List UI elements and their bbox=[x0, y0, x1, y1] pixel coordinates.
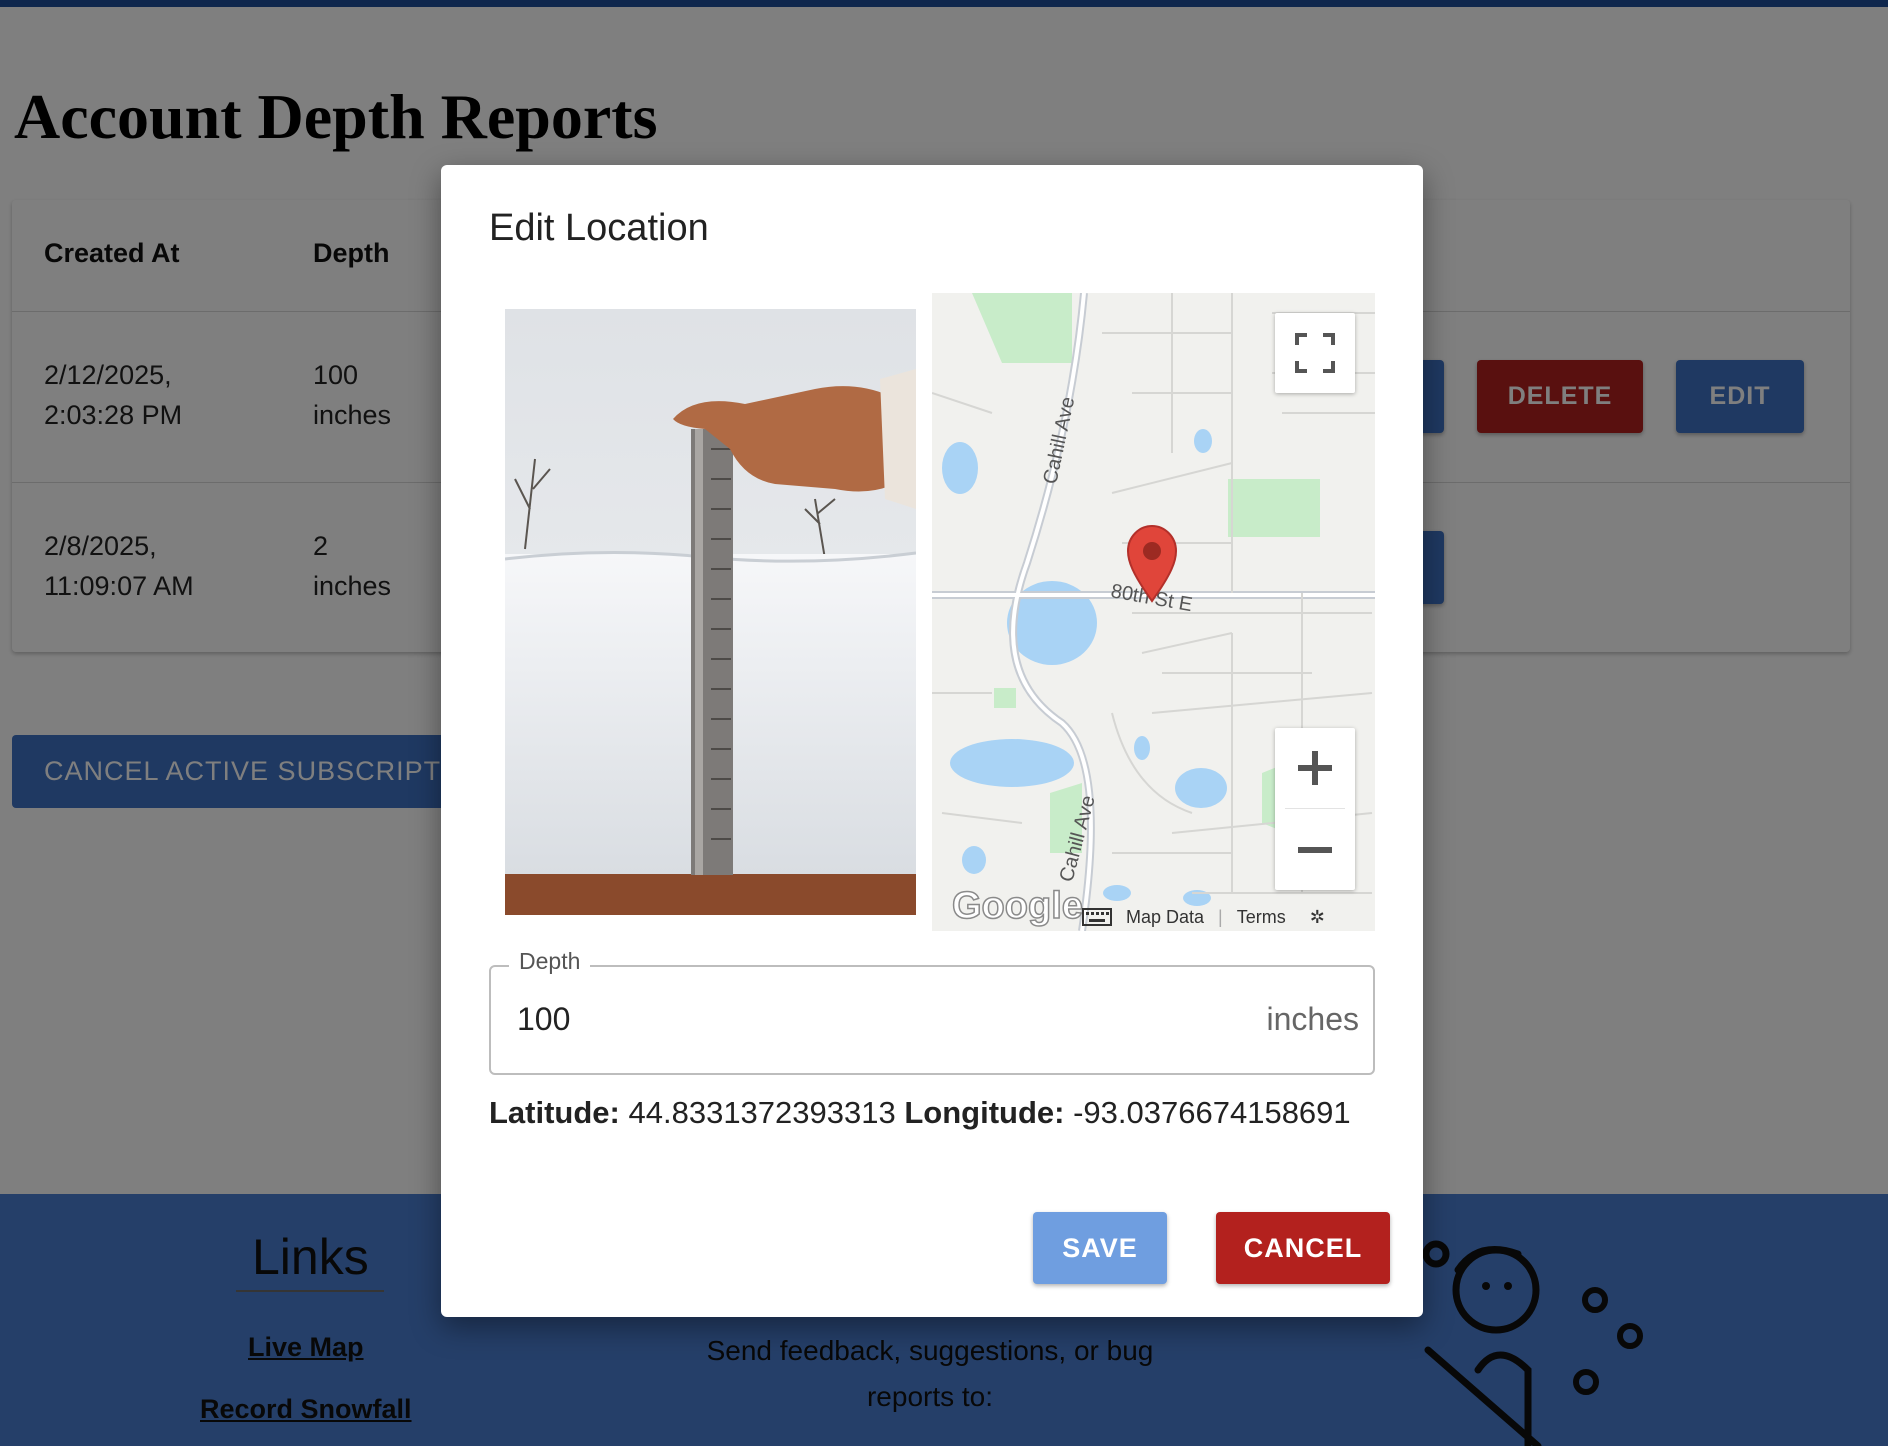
bug-report-icon[interactable]: ✲ bbox=[1310, 907, 1325, 928]
location-map[interactable]: Cahill Ave 80th St E Cahill Ave Google M… bbox=[932, 293, 1375, 931]
depth-unit-adornment: inches bbox=[1266, 1001, 1360, 1037]
depth-field[interactable] bbox=[489, 965, 1375, 1075]
fullscreen-icon bbox=[1295, 333, 1335, 373]
dialog-title: Edit Location bbox=[489, 207, 709, 249]
terms-link[interactable]: Terms bbox=[1237, 907, 1286, 928]
zoom-out-button[interactable] bbox=[1275, 810, 1355, 890]
divider: | bbox=[1218, 906, 1223, 927]
coordinates-readout: Latitude: 44.8331372393313 Longitude: -9… bbox=[489, 1095, 1351, 1131]
depth-field-label: Depth bbox=[509, 948, 591, 975]
longitude-value: -93.0376674158691 bbox=[1073, 1095, 1351, 1130]
edit-location-dialog: Edit Location Cahill Ave 80th St E Cahil… bbox=[441, 165, 1423, 1317]
map-attribution: Map Data | Terms ✲ bbox=[1082, 903, 1375, 931]
latitude-value: 44.8331372393313 bbox=[628, 1095, 896, 1130]
fullscreen-button[interactable] bbox=[1275, 313, 1355, 393]
map-logo: Google bbox=[952, 885, 1083, 927]
divider bbox=[1285, 808, 1345, 809]
longitude-label: Longitude: bbox=[904, 1095, 1065, 1130]
depth-input[interactable]: 100 bbox=[517, 1001, 570, 1038]
plus-icon bbox=[1298, 751, 1332, 785]
snow-depth-photo bbox=[505, 309, 916, 915]
cancel-button[interactable]: CANCEL bbox=[1216, 1212, 1390, 1284]
keyboard-icon[interactable] bbox=[1082, 908, 1112, 926]
zoom-in-button[interactable] bbox=[1275, 728, 1355, 808]
latitude-label: Latitude: bbox=[489, 1095, 620, 1130]
zoom-controls bbox=[1275, 728, 1355, 890]
minus-icon bbox=[1298, 847, 1332, 853]
map-data-link[interactable]: Map Data bbox=[1126, 907, 1204, 928]
save-button[interactable]: SAVE bbox=[1033, 1212, 1167, 1284]
